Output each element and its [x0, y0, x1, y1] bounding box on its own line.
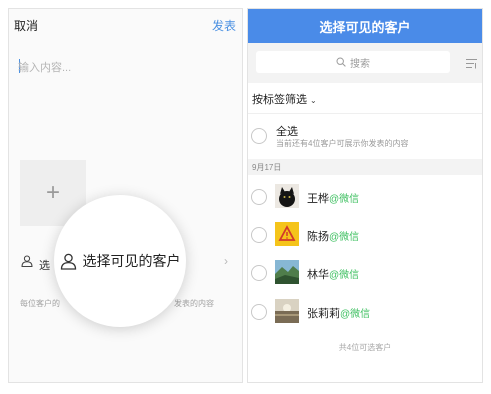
select-all-title: 全选 — [276, 126, 298, 138]
magnifier-callout[interactable]: 选择可见的客户 — [54, 195, 186, 327]
date-label: 9月17日 — [252, 163, 282, 172]
customer-radio[interactable] — [251, 189, 267, 205]
content-input[interactable]: 输入内容... — [18, 59, 71, 75]
customer-radio[interactable] — [251, 265, 267, 281]
compose-top-bar: 取消 发表 — [9, 9, 242, 39]
select-row-label: 选 — [39, 260, 50, 272]
select-all-subtitle: 当前还有4位客户可展示你发表的内容 — [276, 139, 409, 148]
picker-header: 选择可见的客户 — [248, 9, 482, 43]
search-icon — [336, 57, 346, 67]
cancel-button[interactable]: 取消 — [14, 17, 38, 34]
publish-button[interactable]: 发表 — [212, 17, 236, 34]
list-item[interactable]: 张莉莉@微信 — [248, 293, 482, 331]
customer-picker-panel: 选择可见的客户 搜索 按标签筛选 ⌄ 全选 当前还有4位客户可展示你发表的内容 9… — [247, 8, 483, 383]
customer-radio[interactable] — [251, 227, 267, 243]
customer-count-footer: 共4位可选客户 — [338, 343, 392, 352]
magnifier-label: 选择可见的客户 — [82, 253, 181, 269]
customer-name: 王桦@微信 — [307, 193, 360, 205]
filter-list-icon[interactable] — [465, 57, 478, 70]
page-title: 选择可见的客户 — [319, 19, 411, 35]
select-all-row[interactable]: 全选 当前还有4位客户可展示你发表的内容 — [248, 113, 482, 155]
customer-name: 张莉莉@微信 — [307, 308, 371, 320]
search-placeholder: 搜索 — [350, 58, 370, 70]
list-item[interactable]: 王桦@微信 — [248, 178, 482, 216]
avatar — [275, 222, 299, 246]
customer-name: 陈扬@微信 — [307, 231, 360, 243]
customer-radio[interactable] — [251, 304, 267, 320]
person-icon — [21, 255, 33, 267]
avatar — [275, 260, 299, 284]
tag-filter-label: 按标签筛选 — [252, 94, 307, 106]
tag-filter-dropdown[interactable]: 按标签筛选 ⌄ — [252, 91, 317, 107]
compose-panel: 取消 发表 输入内容... + 选 › 每位客户的 发表的内容 选择可见的客户 — [8, 8, 243, 383]
search-input[interactable]: 搜索 — [256, 51, 450, 73]
avatar — [275, 184, 299, 208]
date-section-header: 9月17日 — [248, 159, 482, 175]
list-item[interactable]: 陈扬@微信 — [248, 216, 482, 254]
avatar — [275, 299, 299, 323]
chevron-right-icon: › — [224, 254, 228, 268]
chevron-down-icon: ⌄ — [310, 96, 317, 105]
list-item[interactable]: 林华@微信 — [248, 254, 482, 292]
search-area: 搜索 — [248, 43, 482, 83]
select-all-radio[interactable] — [251, 128, 267, 144]
person-icon — [60, 253, 76, 270]
customer-name: 林华@微信 — [307, 269, 360, 281]
